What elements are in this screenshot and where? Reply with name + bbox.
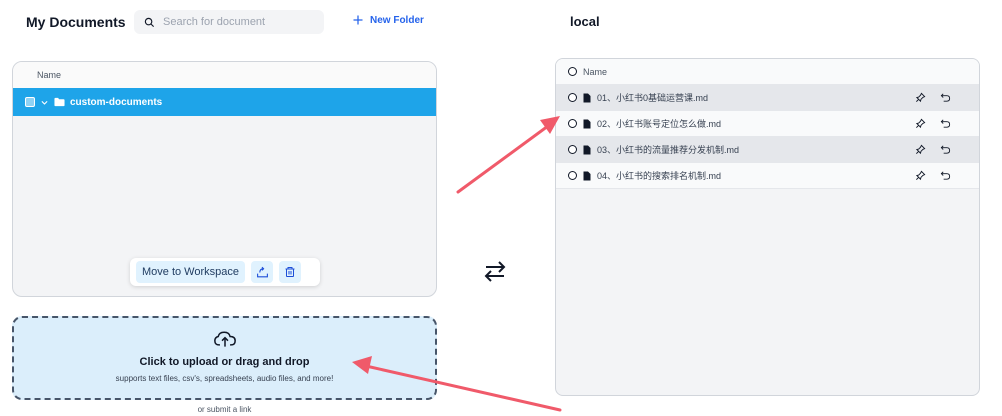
selection-action-bar: Move to Workspace bbox=[130, 258, 320, 286]
document-icon bbox=[583, 93, 591, 102]
file-row[interactable]: 02、小红书账号定位怎么做.md bbox=[556, 111, 979, 137]
pin-icon[interactable] bbox=[915, 118, 926, 129]
move-to-workspace-button[interactable]: Move to Workspace bbox=[136, 261, 246, 283]
undo-icon[interactable] bbox=[940, 92, 951, 103]
workspace-panel: Name 01、小红书0基础运营课.md 02、小红书账号定位怎么做.md 03… bbox=[555, 58, 980, 396]
search-box[interactable] bbox=[134, 10, 324, 34]
upload-title: Click to upload or drag and drop bbox=[139, 356, 310, 368]
undo-icon[interactable] bbox=[940, 144, 951, 155]
page-title: My Documents bbox=[26, 14, 126, 30]
trash-icon bbox=[285, 267, 295, 277]
search-input[interactable] bbox=[163, 16, 313, 28]
document-icon bbox=[583, 145, 591, 154]
document-icon bbox=[583, 171, 591, 180]
undo-icon[interactable] bbox=[940, 170, 951, 181]
file-row[interactable]: 01、小红书0基础运营课.md bbox=[556, 85, 979, 111]
plus-icon bbox=[353, 15, 363, 25]
undo-icon[interactable] bbox=[940, 118, 951, 129]
file-row[interactable]: 04、小红书的搜索排名机制.md bbox=[556, 163, 979, 189]
select-all-checkbox[interactable] bbox=[568, 67, 577, 76]
workspace-column-header: Name bbox=[556, 59, 979, 85]
workspace-column-label: Name bbox=[583, 66, 608, 77]
new-folder-label: New Folder bbox=[370, 14, 424, 26]
upload-subtitle: supports text files, csv's, spreadsheets… bbox=[115, 374, 334, 383]
file-checkbox[interactable] bbox=[568, 93, 577, 102]
workspace-title: local bbox=[570, 14, 600, 29]
file-row[interactable]: 03、小红书的流量推荐分发机制.md bbox=[556, 137, 979, 163]
folder-checkbox[interactable] bbox=[25, 97, 35, 107]
new-folder-button[interactable]: New Folder bbox=[352, 14, 424, 26]
folder-row[interactable]: custom-documents bbox=[13, 88, 436, 116]
pin-icon[interactable] bbox=[915, 144, 926, 155]
pin-icon[interactable] bbox=[915, 170, 926, 181]
folder-name: custom-documents bbox=[70, 96, 163, 108]
file-checkbox[interactable] bbox=[568, 145, 577, 154]
export-button[interactable] bbox=[251, 261, 274, 283]
search-icon bbox=[144, 17, 155, 27]
pin-icon[interactable] bbox=[915, 92, 926, 103]
documents-column-header: Name bbox=[13, 62, 436, 88]
folder-icon bbox=[54, 97, 65, 107]
annotation-arrow-upper bbox=[456, 116, 560, 194]
delete-button[interactable] bbox=[279, 261, 302, 283]
submit-link[interactable]: or submit a link bbox=[0, 405, 449, 414]
document-icon bbox=[583, 119, 591, 128]
export-icon bbox=[256, 266, 268, 277]
cloud-upload-icon bbox=[213, 331, 236, 347]
upload-dropzone[interactable]: Click to upload or drag and drop support… bbox=[12, 316, 437, 400]
file-checkbox[interactable] bbox=[568, 119, 577, 128]
file-checkbox[interactable] bbox=[568, 171, 577, 180]
chevron-down-icon[interactable] bbox=[40, 98, 49, 107]
swap-icon[interactable] bbox=[482, 258, 508, 289]
